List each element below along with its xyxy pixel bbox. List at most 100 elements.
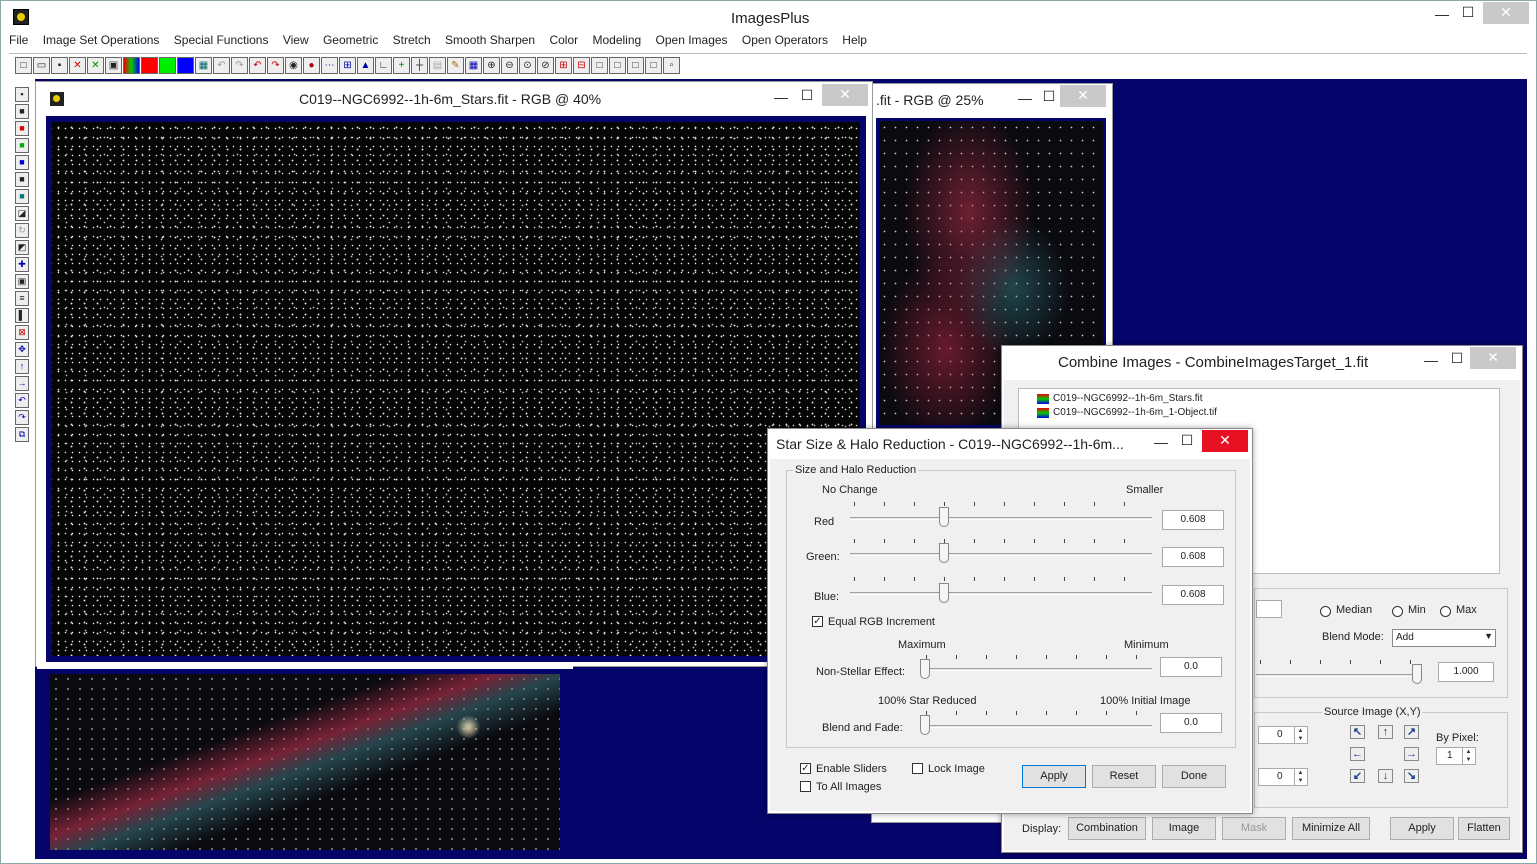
window2-icon[interactable]: □ [609,57,626,74]
to-all-images-checkbox[interactable] [800,781,811,792]
arrow-right-icon[interactable]: → [1404,747,1419,761]
table-icon[interactable]: ▦ [465,57,482,74]
arrow-up-right-icon[interactable]: ↗ [1404,725,1419,739]
zoom-minus-icon[interactable]: ⊟ [573,57,590,74]
star-close-button[interactable]: ✕ [1202,430,1248,452]
circle-fill-icon[interactable]: ● [303,57,320,74]
menu-stretch[interactable]: Stretch [393,33,431,47]
blend-slider-thumb[interactable] [920,715,930,735]
min-radio[interactable] [1392,606,1403,617]
non-stellar-slider-track[interactable] [920,668,1152,671]
open-icon[interactable]: ▭ [33,57,50,74]
cross-icon[interactable]: ✚ [15,257,29,272]
weight-slider-thumb[interactable] [1412,664,1422,684]
green-icon[interactable]: ■ [15,138,29,153]
window-icon[interactable]: □ [591,57,608,74]
curves-icon[interactable]: ∟ [375,57,392,74]
shadow-icon[interactable]: ◪ [15,206,29,221]
blend-mode-select[interactable]: Add ▼ [1392,629,1496,647]
arrow-down-right-icon[interactable]: ↘ [1404,769,1419,783]
arrow-down-left-icon[interactable]: ↙ [1350,769,1365,783]
stars-image[interactable] [46,116,866,662]
blue-slider-thumb[interactable] [938,583,949,603]
menu-open-images[interactable]: Open Images [656,33,728,47]
file-list-item[interactable]: C019--NGC6992--1h-6m_Stars.fit [1025,393,1203,404]
split-icon[interactable]: ▌ [15,308,29,323]
crosshair-icon[interactable]: ┼ [411,57,428,74]
green-slider-track[interactable] [850,553,1152,556]
menu-modeling[interactable]: Modeling [592,33,641,47]
weight-input[interactable] [1256,600,1282,618]
arrow-down-icon[interactable]: ↓ [1378,769,1393,783]
pencil-icon[interactable]: ✎ [447,57,464,74]
green-slider-thumb[interactable] [938,543,949,563]
crop-icon[interactable]: ⊠ [15,325,29,340]
align-icon[interactable]: ≡ [15,291,29,306]
non-stellar-value-box[interactable]: 0.0 [1160,657,1222,677]
flatten-button[interactable]: Flatten [1458,817,1510,840]
blend-value-box[interactable]: 0.0 [1160,713,1222,733]
non-stellar-slider-thumb[interactable] [920,659,930,679]
menu-file[interactable]: File [9,33,28,47]
green-channel-icon[interactable] [159,57,176,74]
max-radio[interactable] [1440,606,1451,617]
window5-icon[interactable]: ▫ [663,57,680,74]
star-apply-button[interactable]: Apply [1022,765,1086,788]
menu-smooth-sharpen[interactable]: Smooth Sharpen [445,33,535,47]
rotate-icon[interactable]: ↻ [15,223,29,238]
red-icon[interactable]: ■ [15,121,29,136]
menu-open-operators[interactable]: Open Operators [742,33,828,47]
blend-slider-track[interactable] [920,725,1152,728]
undo-icon[interactable]: ↶ [213,57,230,74]
save-icon[interactable]: ▪ [15,87,29,102]
zoom-out-icon[interactable]: ⊖ [501,57,518,74]
combine-apply-button[interactable]: Apply [1390,817,1454,840]
veil-nebula-image[interactable] [45,669,565,855]
black-point-icon[interactable]: ■ [15,104,29,119]
x-spinner-buttons[interactable]: ▲ ▼ [1294,727,1306,743]
circle-select-icon[interactable]: ◉ [285,57,302,74]
red-channel-icon[interactable] [141,57,158,74]
close-all-icon[interactable]: ✕ [87,57,104,74]
window3-icon[interactable]: □ [627,57,644,74]
mask-button[interactable]: Mask [1222,817,1286,840]
blue-channel-icon[interactable] [177,57,194,74]
by-pixel-spinner-buttons[interactable]: ▲ ▼ [1462,748,1474,764]
rgb-icon[interactable] [123,57,140,74]
app-close-button[interactable]: ✕ [1483,2,1529,24]
median-radio[interactable] [1320,606,1331,617]
redo-all-icon[interactable]: ↷ [267,57,284,74]
file-list-item[interactable]: C019--NGC6992--1h-6m_1-Object.tif [1025,407,1217,418]
rotate-right-icon[interactable]: ↷ [15,410,29,425]
nebula-window-close[interactable]: ✕ [1060,85,1106,107]
lock-image-checkbox[interactable] [912,763,923,774]
grid-icon[interactable]: ▤ [429,57,446,74]
window4-icon[interactable]: □ [645,57,662,74]
frame-icon[interactable]: ▣ [15,274,29,289]
flip-icon[interactable]: ⧉ [15,427,29,442]
done-button[interactable]: Done [1162,765,1226,788]
copy-icon[interactable]: ▣ [105,57,122,74]
stars-window-close[interactable]: ✕ [822,84,868,106]
menu-special-functions[interactable]: Special Functions [174,33,269,47]
green-value-box[interactable]: 0.608 [1162,547,1224,567]
blue-slider-track[interactable] [850,592,1152,595]
teal-icon[interactable]: ■ [15,189,29,204]
move-icon[interactable]: ✥ [15,342,29,357]
red-value-box[interactable]: 0.608 [1162,510,1224,530]
menu-color[interactable]: Color [549,33,578,47]
zoom-plus-icon[interactable]: ⊞ [555,57,572,74]
gray-icon[interactable]: ■ [15,172,29,187]
menu-geometric[interactable]: Geometric [323,33,378,47]
crosshair-plus-icon[interactable]: + [393,57,410,74]
blue-icon[interactable]: ■ [15,155,29,170]
close-icon[interactable]: ✕ [69,57,86,74]
weight-value-box[interactable]: 1.000 [1438,662,1494,682]
zoom-box-icon[interactable]: ⊞ [339,57,356,74]
arrow-up-left-icon[interactable]: ↖ [1350,725,1365,739]
rotate-left-icon[interactable]: ↶ [15,393,29,408]
menu-view[interactable]: View [283,33,309,47]
minimize-all-button[interactable]: Minimize All [1292,817,1370,840]
undo-all-icon[interactable]: ↶ [249,57,266,74]
menu-help[interactable]: Help [842,33,867,47]
